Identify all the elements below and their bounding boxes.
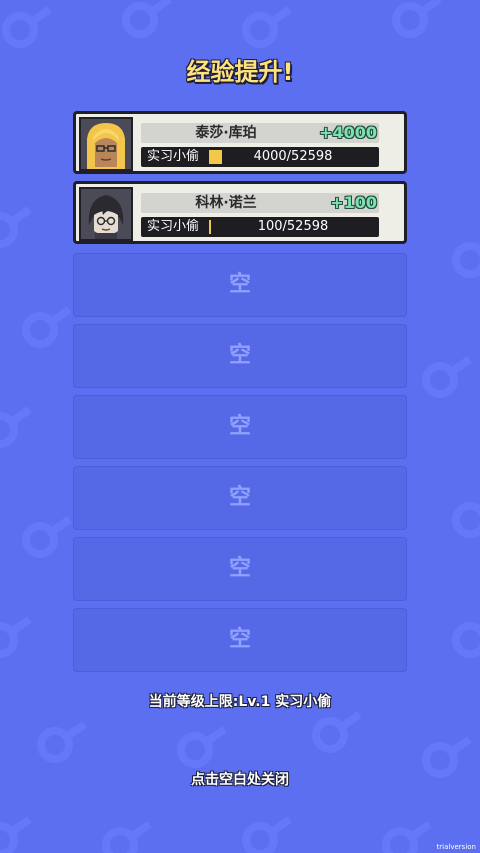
name-bar: 科林·诺兰 +100 bbox=[141, 193, 379, 213]
xp-gain: +4000 bbox=[319, 123, 377, 142]
character-name: 泰莎·库珀 bbox=[195, 125, 257, 141]
empty-slot-label: 空 bbox=[228, 272, 251, 297]
level-name: 实习小偷 bbox=[147, 149, 200, 164]
name-bar: 泰莎·库珀 +4000 bbox=[141, 123, 379, 143]
level-cap-text: 当前等级上限:Lv.1 实习小偷 bbox=[148, 694, 332, 710]
empty-slot: 空 bbox=[73, 466, 407, 530]
empty-slot-label: 空 bbox=[228, 485, 251, 510]
empty-slot: 空 bbox=[73, 608, 407, 672]
page-title: 经验提升! bbox=[186, 58, 294, 86]
xp-value: 100/52598 bbox=[257, 219, 329, 234]
character-card: 泰莎·库珀 +4000 实习小偷 4000/52598 bbox=[73, 111, 407, 174]
avatar-dark-hair-boy-icon bbox=[81, 189, 131, 239]
empty-slot-label: 空 bbox=[228, 414, 251, 439]
character-card: 科林·诺兰 +100 实习小偷 100/52598 bbox=[73, 181, 407, 244]
level-name: 实习小偷 bbox=[147, 219, 200, 234]
level-bar: 实习小偷 100/52598 bbox=[141, 217, 379, 237]
tap-to-close-hint[interactable]: 点击空白处关闭 bbox=[0, 769, 480, 789]
empty-slot-label: 空 bbox=[228, 343, 251, 368]
empty-slot: 空 bbox=[73, 253, 407, 317]
level-bar: 实习小偷 4000/52598 bbox=[141, 147, 379, 167]
empty-slot-label: 空 bbox=[228, 627, 251, 652]
watermark: trialversion bbox=[436, 843, 476, 851]
character-avatar bbox=[79, 187, 133, 241]
xp-value: 4000/52598 bbox=[253, 149, 333, 164]
empty-slot: 空 bbox=[73, 395, 407, 459]
empty-slot: 空 bbox=[73, 537, 407, 601]
character-avatar bbox=[79, 117, 133, 171]
character-name: 科林·诺兰 bbox=[195, 195, 257, 211]
empty-slot-label: 空 bbox=[228, 556, 251, 581]
xp-gain: +100 bbox=[330, 193, 377, 212]
avatar-blonde-girl-icon bbox=[81, 119, 131, 169]
empty-slot: 空 bbox=[73, 324, 407, 388]
